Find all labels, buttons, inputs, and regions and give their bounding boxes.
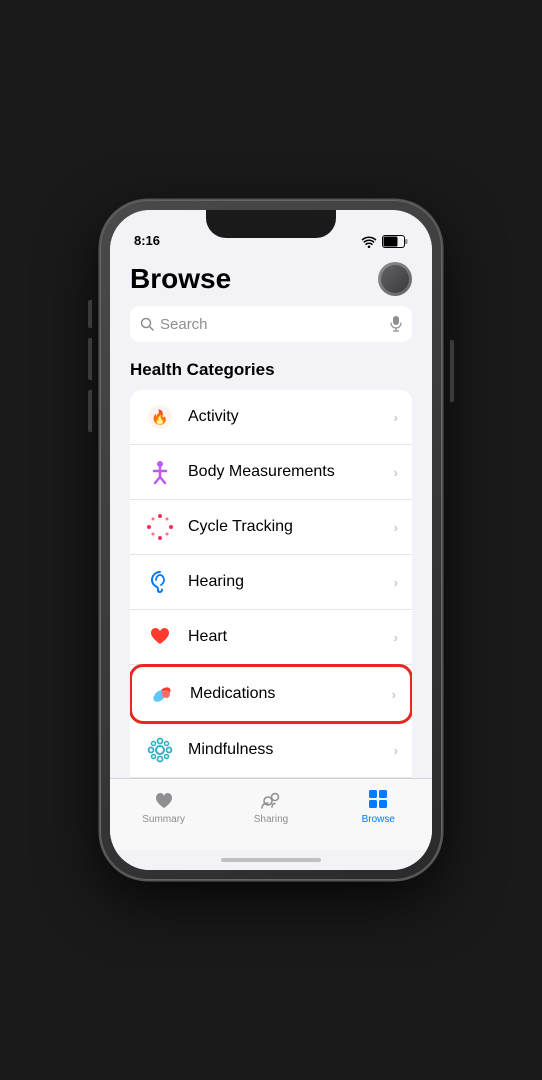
status-icons xyxy=(361,235,408,248)
tab-browse[interactable]: Browse xyxy=(346,787,410,825)
list-item-medications[interactable]: Medications › xyxy=(130,664,412,724)
medications-chevron: › xyxy=(392,687,396,702)
mic-icon xyxy=(390,316,402,332)
list-item[interactable]: Mindfulness › xyxy=(130,723,412,778)
section-title: Health Categories xyxy=(130,360,412,380)
volume-up-button xyxy=(88,338,92,380)
search-placeholder: Search xyxy=(160,316,384,333)
notch xyxy=(206,210,336,238)
battery-icon xyxy=(382,235,408,248)
cycle-label: Cycle Tracking xyxy=(188,518,394,536)
activity-chevron: › xyxy=(394,410,398,425)
avatar[interactable] xyxy=(378,262,412,296)
list-item[interactable]: 🔥 Activity › xyxy=(130,390,412,445)
hearing-chevron: › xyxy=(394,575,398,590)
list-item[interactable]: Cycle Tracking › xyxy=(130,500,412,555)
svg-text:🔥: 🔥 xyxy=(151,409,168,426)
search-bar[interactable]: Search xyxy=(130,306,412,342)
activity-label: Activity xyxy=(188,408,394,426)
heart-label: Heart xyxy=(188,628,394,646)
summary-tab-label: Summary xyxy=(142,814,185,825)
home-bar xyxy=(221,858,321,862)
list-item[interactable]: Body Measurements › xyxy=(130,445,412,500)
list-item[interactable]: Heart › xyxy=(130,610,412,665)
hearing-icon xyxy=(144,566,176,598)
activity-icon: 🔥 xyxy=(144,401,176,433)
hearing-label: Hearing xyxy=(188,573,394,591)
power-button xyxy=(450,340,454,402)
cycle-chevron: › xyxy=(394,520,398,535)
browse-tab-label: Browse xyxy=(362,814,395,825)
sharing-tab-label: Sharing xyxy=(254,814,288,825)
mindfulness-chevron: › xyxy=(394,743,398,758)
summary-icon xyxy=(152,787,176,811)
tab-bar: Summary Sharing Browse xyxy=(110,778,432,850)
mindfulness-icon xyxy=(144,734,176,766)
body-label: Body Measurements xyxy=(188,463,394,481)
home-indicator xyxy=(110,850,432,870)
heart-chevron: › xyxy=(394,630,398,645)
mindfulness-label: Mindfulness xyxy=(188,741,394,759)
tab-summary[interactable]: Summary xyxy=(132,787,196,825)
phone-frame: 8:16 Browse xyxy=(100,200,442,880)
medications-icon xyxy=(146,678,178,710)
cycle-icon xyxy=(144,511,176,543)
heart-icon xyxy=(144,621,176,653)
list-item[interactable]: Hearing › xyxy=(130,555,412,610)
wifi-icon xyxy=(361,236,377,248)
status-time: 8:16 xyxy=(134,233,160,248)
search-icon xyxy=(140,317,154,331)
body-chevron: › xyxy=(394,465,398,480)
page-title: Browse xyxy=(130,263,231,295)
medications-label: Medications xyxy=(190,685,392,703)
phone-screen: 8:16 Browse xyxy=(110,210,432,870)
avatar-inner xyxy=(381,265,409,293)
tab-sharing[interactable]: Sharing xyxy=(239,787,303,825)
page-header: Browse xyxy=(130,262,412,296)
mute-button xyxy=(88,300,92,328)
category-list: 🔥 Activity › xyxy=(130,390,412,778)
sharing-icon xyxy=(259,787,283,811)
volume-down-button xyxy=(88,390,92,432)
main-content: Browse Search Heal xyxy=(110,254,432,778)
browse-icon xyxy=(366,787,390,811)
body-icon xyxy=(144,456,176,488)
